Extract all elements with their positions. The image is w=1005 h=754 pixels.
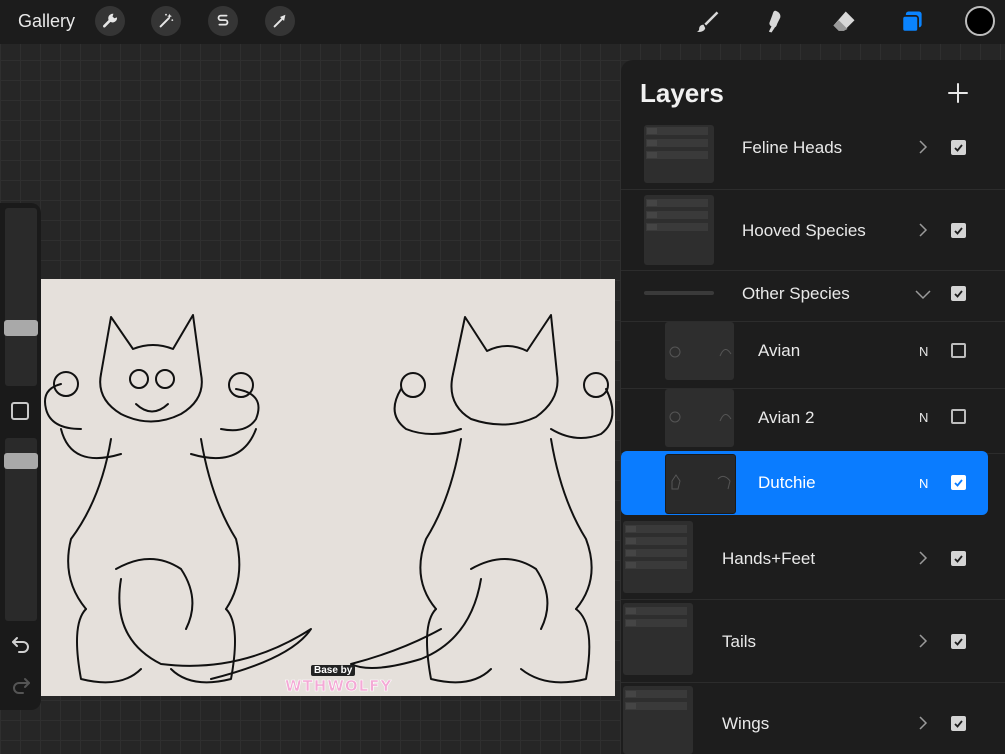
gallery-button[interactable]: Gallery <box>18 11 75 32</box>
layer-avian-2[interactable]: Avian 2 N <box>621 389 1005 454</box>
blend-mode[interactable]: N <box>919 476 928 491</box>
layer-group-hooved-species[interactable]: Hooved Species <box>621 190 1005 271</box>
layer-group-wings[interactable]: Wings <box>621 683 1005 754</box>
brush-size-thumb[interactable] <box>4 320 38 336</box>
redo-icon[interactable] <box>10 674 32 696</box>
layer-thumbnail <box>644 195 714 265</box>
layers-title: Layers <box>640 78 724 108</box>
layer-name: Feline Heads <box>742 138 843 157</box>
layer-avian[interactable]: Avian N <box>621 322 1005 389</box>
modifier-button[interactable] <box>11 402 29 420</box>
visibility-checkbox[interactable] <box>951 716 966 731</box>
lineart-drawing <box>44 314 614 684</box>
brush-icon[interactable] <box>691 6 723 38</box>
transform-arrow-icon[interactable] <box>265 6 295 36</box>
undo-icon[interactable] <box>10 633 32 655</box>
selection-icon[interactable] <box>208 6 238 36</box>
visibility-checkbox[interactable] <box>951 475 966 490</box>
top-toolbar: Gallery <box>0 0 1005 44</box>
layer-name: Other Species <box>742 284 850 303</box>
chevron-right-icon[interactable] <box>917 716 929 730</box>
layer-thumbnail <box>623 686 693 754</box>
opacity-thumb[interactable] <box>4 453 38 469</box>
watermark: Base by WTHWOLFY <box>283 663 392 697</box>
visibility-checkbox[interactable] <box>951 409 966 424</box>
left-sidebar <box>0 203 41 710</box>
chevron-right-icon[interactable] <box>917 551 929 565</box>
layer-name: Avian <box>758 341 801 360</box>
layer-group-other-species[interactable]: Other Species <box>621 271 1005 322</box>
layer-thumbnail <box>623 603 693 675</box>
chevron-right-icon[interactable] <box>917 223 929 237</box>
layers-icon[interactable] <box>896 6 928 38</box>
layer-thumbnail <box>665 389 734 447</box>
wrench-icon[interactable] <box>95 6 125 36</box>
smudge-icon[interactable] <box>759 6 791 38</box>
visibility-checkbox[interactable] <box>951 223 966 238</box>
layer-group-hands-feet[interactable]: Hands+Feet <box>621 517 1005 600</box>
group-indicator <box>644 291 714 295</box>
visibility-checkbox[interactable] <box>951 343 966 358</box>
visibility-checkbox[interactable] <box>951 634 966 649</box>
chevron-down-icon[interactable] <box>915 287 931 301</box>
magic-wand-icon[interactable] <box>151 6 181 36</box>
layer-thumbnail <box>665 454 736 514</box>
layer-name: Hooved Species <box>742 221 866 240</box>
visibility-checkbox[interactable] <box>951 551 966 566</box>
chevron-right-icon[interactable] <box>917 140 929 154</box>
visibility-checkbox[interactable] <box>951 140 966 155</box>
layer-thumbnail <box>665 322 734 380</box>
layer-group-tails[interactable]: Tails <box>621 600 1005 683</box>
layer-name: Wings <box>722 714 770 733</box>
drawing-canvas[interactable] <box>41 279 615 696</box>
layer-dutchie[interactable]: Dutchie N <box>621 451 988 515</box>
layers-panel: Layers Feline Heads Hooved Species Other… <box>621 60 1005 754</box>
layer-thumbnail <box>644 125 714 183</box>
watermark-top-text: Base by <box>311 665 356 676</box>
layer-name: Hands+Feet <box>722 549 816 568</box>
blend-mode[interactable]: N <box>919 344 928 359</box>
layer-name: Dutchie <box>758 473 816 492</box>
eraser-icon[interactable] <box>828 6 860 38</box>
chevron-right-icon[interactable] <box>917 634 929 648</box>
blend-mode[interactable]: N <box>919 410 928 425</box>
add-layer-button[interactable] <box>947 82 969 104</box>
layer-name: Avian 2 <box>758 408 815 427</box>
visibility-checkbox[interactable] <box>951 286 966 301</box>
layer-name: Tails <box>722 632 757 651</box>
brush-size-slider[interactable] <box>5 208 37 386</box>
watermark-bottom-text: WTHWOLFY <box>285 677 393 696</box>
color-picker-swatch[interactable] <box>965 6 995 36</box>
layer-group-feline-heads[interactable]: Feline Heads <box>621 125 1005 190</box>
layer-thumbnail <box>623 521 693 593</box>
